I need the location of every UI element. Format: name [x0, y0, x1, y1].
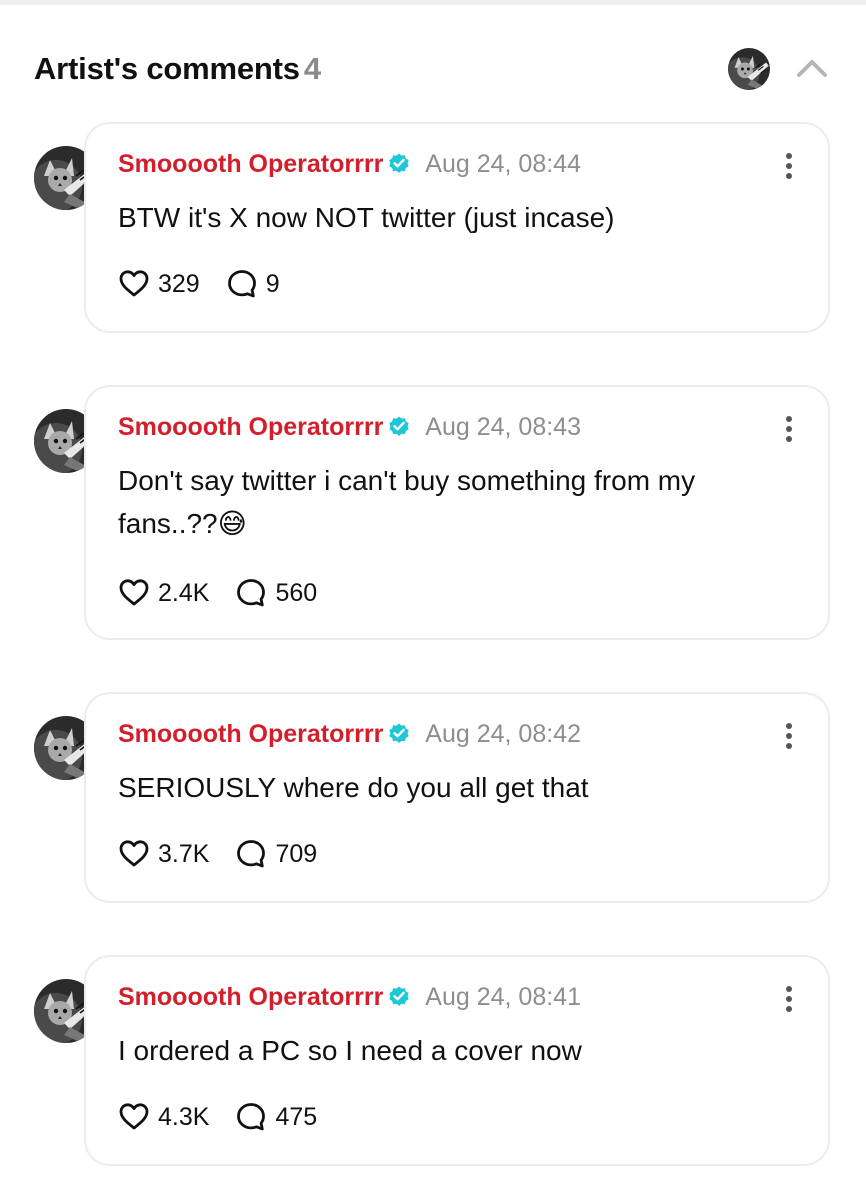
verified-badge-icon	[387, 984, 411, 1008]
speech-bubble-icon[interactable]	[235, 838, 267, 870]
comment-meta: Smooooth Operatorrrr Aug 24, 08:43	[118, 413, 581, 447]
comment-card[interactable]: Smooooth Operatorrrr Aug 24, 08:42 SERIOU…	[84, 692, 830, 903]
speech-bubble-icon[interactable]	[235, 577, 267, 609]
verified-badge-icon	[387, 151, 411, 175]
comment-text: SERIOUSLY where do you all get that	[118, 772, 589, 803]
like-count: 3.7K	[158, 839, 210, 868]
comment-date: Aug 24, 08:41	[425, 983, 581, 1011]
heart-icon[interactable]	[118, 838, 150, 870]
comment-stats: 2.4K 560	[118, 577, 343, 617]
verified-badge-icon	[387, 721, 411, 745]
comments-header: Artist's comments 4	[34, 48, 834, 92]
comment-count: 4	[303, 51, 321, 86]
section-title-label: Artist's comments	[34, 51, 300, 86]
heart-icon[interactable]	[118, 577, 150, 609]
section-title: Artist's comments 4	[34, 51, 321, 87]
like-count: 2.4K	[158, 578, 210, 607]
speech-bubble-icon[interactable]	[235, 1101, 267, 1133]
top-divider	[0, 0, 866, 5]
more-options-button[interactable]	[782, 983, 796, 1017]
author-name[interactable]: Smooooth Operatorrrr	[118, 983, 383, 1011]
comment-text: I ordered a PC so I need a cover now	[118, 1035, 582, 1066]
verified-badge-icon	[387, 414, 411, 438]
more-options-button[interactable]	[782, 413, 796, 447]
vertical-ellipsis-icon	[786, 153, 792, 159]
comment-meta: Smooooth Operatorrrr Aug 24, 08:44	[118, 150, 581, 184]
chevron-up-icon	[797, 60, 827, 77]
comment-meta: Smooooth Operatorrrr Aug 24, 08:41	[118, 983, 581, 1017]
heart-icon[interactable]	[118, 1101, 150, 1133]
comment-card[interactable]: Smooooth Operatorrrr Aug 24, 08:44 BTW it…	[84, 122, 830, 333]
reply-count: 709	[275, 839, 318, 868]
comment-stats: 3.7K 709	[118, 838, 343, 878]
comment-card[interactable]: Smooooth Operatorrrr Aug 24, 08:43 Don't …	[84, 385, 830, 640]
heart-icon[interactable]	[118, 268, 150, 300]
reply-count: 560	[275, 578, 318, 607]
more-options-button[interactable]	[782, 150, 796, 184]
vertical-ellipsis-icon	[786, 723, 792, 729]
comment-stats: 4.3K 475	[118, 1101, 343, 1141]
like-count: 329	[158, 269, 200, 298]
speech-bubble-icon[interactable]	[226, 268, 258, 300]
more-options-button[interactable]	[782, 720, 796, 754]
comment-text: Don't say twitter i can't buy something …	[118, 465, 696, 539]
author-name[interactable]: Smooooth Operatorrrr	[118, 720, 383, 748]
author-name[interactable]: Smooooth Operatorrrr	[118, 413, 383, 441]
comment-date: Aug 24, 08:42	[425, 720, 581, 748]
reply-count: 475	[275, 1102, 318, 1131]
reply-count: 9	[265, 269, 280, 298]
comment-card[interactable]: Smooooth Operatorrrr Aug 24, 08:41 I orde…	[84, 955, 830, 1166]
vertical-ellipsis-icon	[786, 986, 792, 992]
comment-meta: Smooooth Operatorrrr Aug 24, 08:42	[118, 720, 581, 754]
vertical-ellipsis-icon	[786, 416, 792, 422]
comment-text: BTW it's X now NOT twitter (just incase)	[118, 202, 615, 233]
artist-avatar[interactable]	[728, 48, 770, 90]
collapse-button[interactable]	[792, 50, 832, 86]
comment-date: Aug 24, 08:43	[425, 413, 581, 441]
comment-stats: 329 9	[118, 268, 306, 308]
comment-date: Aug 24, 08:44	[425, 150, 581, 178]
author-name[interactable]: Smooooth Operatorrrr	[118, 150, 383, 178]
like-count: 4.3K	[158, 1102, 210, 1131]
